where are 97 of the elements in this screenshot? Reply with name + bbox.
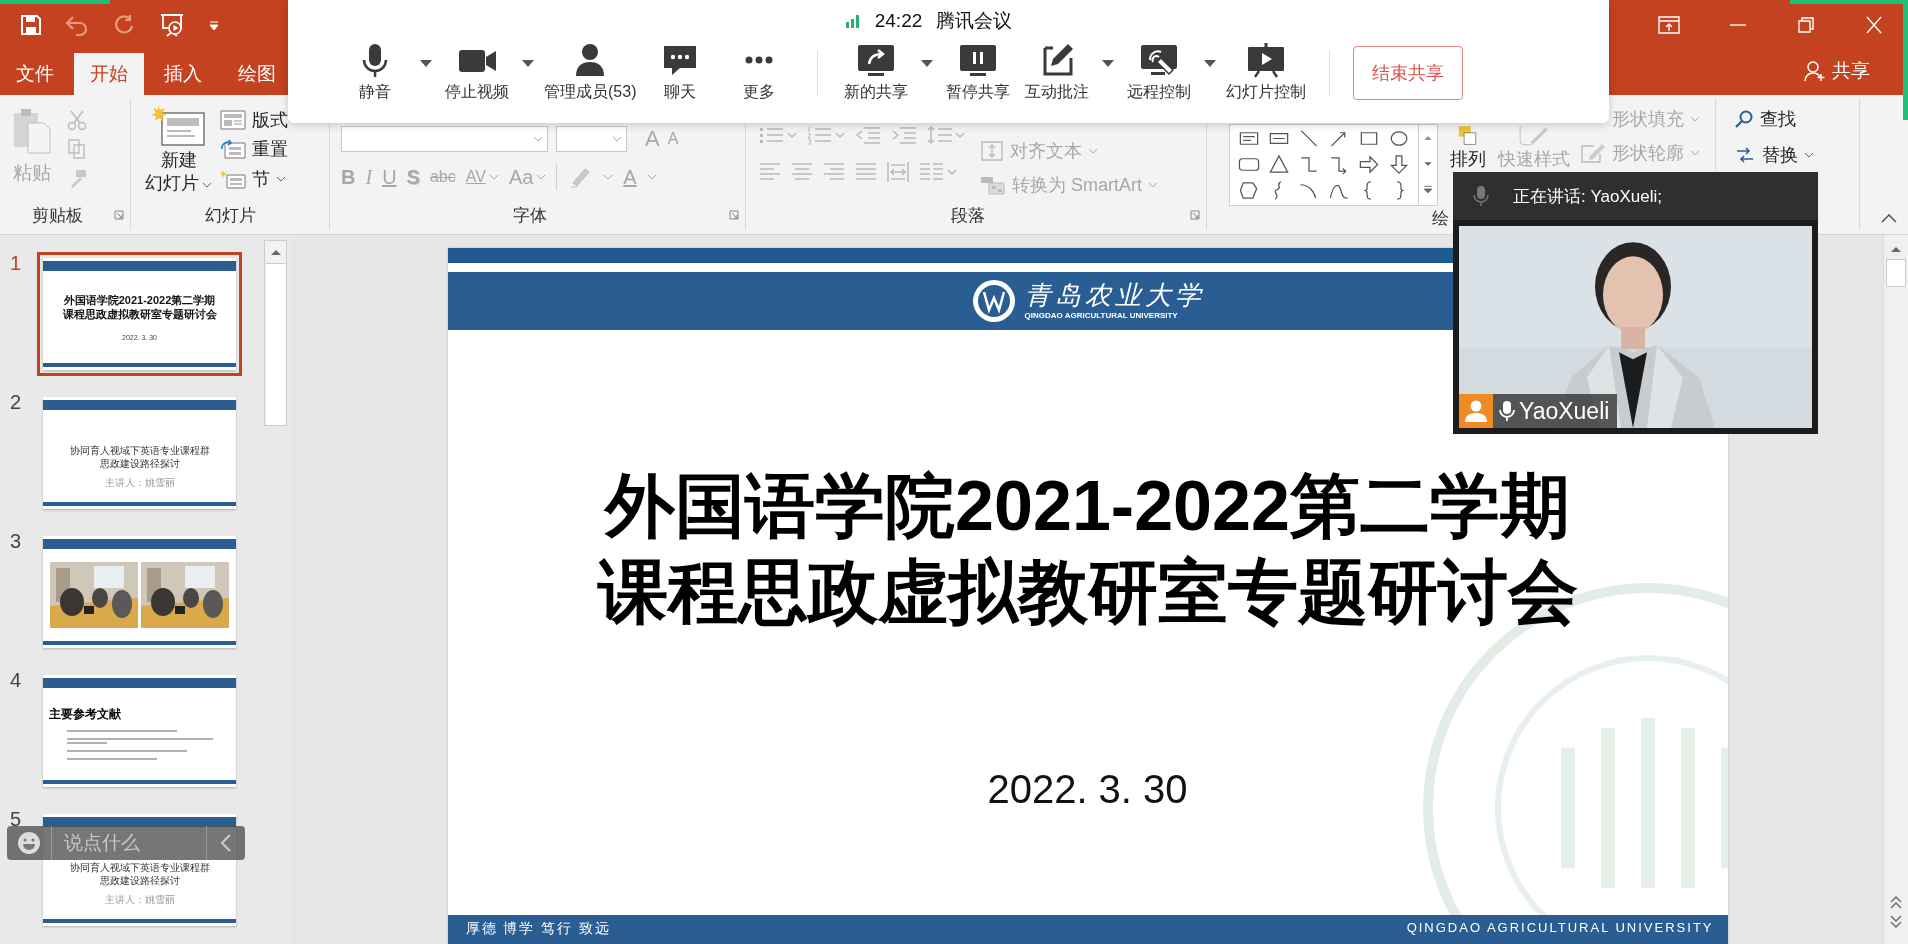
toolbar-button[interactable]: 聊天: [645, 42, 716, 103]
participant-name: YaoXueli: [1519, 397, 1610, 425]
caret-icon[interactable]: [920, 57, 935, 68]
ribbon-options-icon[interactable]: [1658, 15, 1680, 34]
microphone-icon: [1499, 400, 1515, 422]
redo-icon[interactable]: [112, 12, 136, 37]
caret-icon[interactable]: [1804, 151, 1814, 159]
add-person-icon: [1804, 60, 1826, 82]
toolbar-button[interactable]: 新的共享: [841, 42, 912, 103]
toolbar-button[interactable]: 停止视频: [442, 42, 512, 103]
chat-input-field[interactable]: 说点什么: [51, 826, 207, 860]
slide-title: 课程思政虚拟教研室专题研讨会: [62, 307, 217, 321]
slide-number: 4: [9, 669, 23, 692]
smartart-icon: [980, 174, 1006, 196]
caret-icon[interactable]: [1101, 57, 1116, 68]
slide-thumbnail[interactable]: 协同育人视域下英语专业课程群 思政建设路径探讨 主讲人：姚雪丽: [37, 391, 242, 515]
app-title: 腾讯会议: [936, 9, 1013, 33]
section-button[interactable]: 节: [220, 167, 288, 192]
caret-icon[interactable]: [419, 57, 433, 68]
smiley-icon: [17, 831, 41, 855]
group-label: 绘: [1432, 207, 1449, 230]
pencil-icon: [1580, 142, 1606, 164]
footer-text: QINGDAO AGRICULTURAL UNIVERSITY: [1406, 920, 1714, 935]
new-slide-button[interactable]: 新建 幻灯片: [131, 99, 212, 200]
dialog-launcher-icon[interactable]: [114, 210, 124, 220]
slide-title: 外国语学院2021-2022第二学期: [63, 293, 216, 307]
find-button[interactable]: 查找: [1734, 107, 1814, 131]
university-emblem-icon: [970, 278, 1017, 324]
replace-icon: [1734, 145, 1756, 165]
toolbar-button[interactable]: 幻灯片控制: [1226, 42, 1307, 103]
shapes-gallery[interactable]: [1229, 124, 1438, 206]
ribbon-tab[interactable]: 绘图: [222, 53, 292, 95]
chevron-icon: [220, 833, 232, 853]
toolbar-button[interactable]: 更多: [724, 42, 795, 103]
slide-heading: 主要参考文献: [49, 706, 121, 723]
toolbar-button[interactable]: 暂停共享: [943, 42, 1014, 103]
caret-icon[interactable]: [276, 175, 286, 184]
slide-title: 思政建设路径探讨: [99, 457, 180, 470]
avatar-icon: [1459, 394, 1493, 428]
slide-number: 1: [9, 252, 23, 275]
reset-button[interactable]: 重置: [220, 137, 288, 162]
slide-number: 5: [9, 808, 23, 831]
shape-icon[interactable]: [1266, 153, 1292, 176]
group-label: 字体: [512, 204, 547, 227]
slide-title: 协同育人视域下英语专业课程群: [69, 444, 210, 457]
layout-button[interactable]: 版式: [220, 107, 288, 132]
slide-thumbnail[interactable]: 主要参考文献: [37, 669, 242, 793]
layout-icon: [220, 109, 246, 130]
signal-icon: [844, 14, 861, 28]
presenter-text: 主讲人：姚雪丽: [104, 475, 175, 490]
slide-number: 3: [9, 530, 23, 553]
collapse-button[interactable]: [207, 826, 245, 860]
toolbar-button[interactable]: 管理成员(53): [544, 42, 637, 103]
group-label: 段落: [951, 204, 985, 227]
end-sharing-button[interactable]: 结束共享: [1353, 45, 1464, 100]
university-name: 青岛农业大学: [1024, 281, 1205, 311]
caret-icon[interactable]: [521, 57, 535, 68]
close-icon[interactable]: [1864, 15, 1884, 34]
restore-icon[interactable]: [1796, 15, 1816, 34]
slide-title: 思政建设路径探讨: [99, 874, 180, 887]
presenter-text: 主讲人：姚雪丽: [104, 892, 175, 907]
slide-number: 2: [9, 391, 23, 414]
toolbar-button[interactable]: 互动批注: [1022, 42, 1093, 103]
toolbar-button[interactable]: 静音: [340, 42, 410, 103]
meeting-duration: 24:22: [874, 10, 923, 32]
scroll-thumb[interactable]: [266, 263, 285, 425]
share-button[interactable]: 共享: [1804, 58, 1870, 84]
search-icon: [1734, 109, 1754, 129]
customize-caret-icon[interactable]: [208, 18, 220, 31]
motto-text: 厚德 博学 笃行 致远: [465, 920, 612, 938]
ribbon-tab[interactable]: 开始: [74, 53, 144, 95]
speaker-text: 正在讲话: YaoXueli;: [1513, 185, 1662, 208]
caret-icon[interactable]: [1203, 57, 1218, 68]
align-text-icon: [980, 140, 1004, 162]
group-label: 幻灯片: [204, 204, 256, 227]
slide-date: 2022. 3. 30: [987, 767, 1188, 812]
scroll-thumb[interactable]: [1886, 259, 1906, 287]
slide-title: 外国语学院2021-2022第二学期: [605, 466, 1570, 547]
university-subtitle: QINGDAO AGRICULTURAL UNIVERSITY: [1024, 311, 1179, 321]
toolbar-button[interactable]: 远程控制: [1124, 42, 1195, 103]
caret-icon[interactable]: [202, 180, 212, 189]
replace-button[interactable]: 替换: [1734, 143, 1814, 167]
ribbon-tab[interactable]: 文件: [0, 53, 70, 95]
ribbon-tab[interactable]: 插入: [148, 53, 218, 95]
reset-icon: [220, 139, 246, 160]
section-icon: [220, 169, 246, 190]
save-icon[interactable]: [20, 13, 42, 36]
undo-icon[interactable]: [64, 13, 90, 36]
emoji-button[interactable]: [7, 826, 51, 860]
collapse-ribbon-icon[interactable]: [1880, 212, 1898, 224]
new-slide-icon: [149, 103, 208, 149]
slide-title: 课程思政虚拟教研室专题研讨会: [597, 552, 1578, 633]
microphone-icon: [1473, 185, 1489, 207]
slide-title: 协同育人视域下英语专业课程群: [69, 861, 210, 874]
presentation-icon[interactable]: [158, 11, 186, 38]
arrange-button[interactable]: 排列: [1448, 125, 1488, 169]
group-label: 剪贴板: [31, 204, 83, 227]
